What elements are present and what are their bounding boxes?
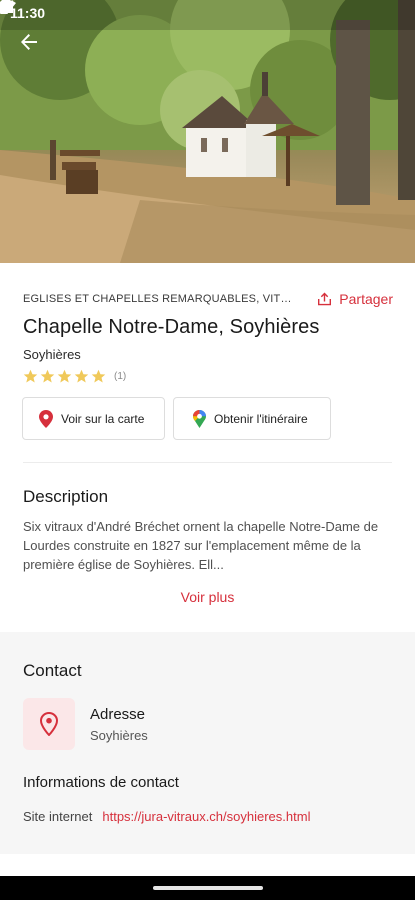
get-directions-button[interactable]: Obtenir l'itinéraire xyxy=(173,397,331,440)
contact-heading: Contact xyxy=(23,661,82,680)
rating-count: (1) xyxy=(114,371,127,382)
chapel-photo xyxy=(0,0,415,263)
address-value: Soyhières xyxy=(90,728,148,743)
address-label: Adresse xyxy=(90,706,146,723)
website-row: Site internet https://jura-vitraux.ch/so… xyxy=(23,809,310,824)
contact-info-heading: Informations de contact xyxy=(23,774,179,791)
rating: (1) xyxy=(23,369,126,384)
get-directions-label: Obtenir l'itinéraire xyxy=(214,411,308,426)
star-icon xyxy=(91,369,106,383)
status-bar: 11:30 xyxy=(0,0,415,26)
star-icon xyxy=(57,369,72,383)
share-button[interactable]: Partager xyxy=(317,291,393,307)
star-icon xyxy=(23,369,38,383)
share-label: Partager xyxy=(339,291,393,307)
divider xyxy=(23,462,392,463)
home-gesture-handle[interactable] xyxy=(153,886,263,890)
website-label: Site internet xyxy=(23,809,93,824)
hero-image: 11:30 xyxy=(0,0,415,263)
map-pin-icon xyxy=(39,409,53,428)
star-icon xyxy=(74,369,89,383)
website-link[interactable]: https://jura-vitraux.ch/soyhieres.html xyxy=(102,809,310,824)
star-icon xyxy=(40,369,55,383)
location-pin-icon xyxy=(40,712,58,736)
battery-icon xyxy=(0,0,8,14)
share-icon xyxy=(318,292,332,306)
place-locality: Soyhières xyxy=(23,347,81,362)
back-button[interactable] xyxy=(20,33,60,73)
navigation-bar xyxy=(0,876,415,900)
see-more-button[interactable]: Voir plus xyxy=(0,589,415,605)
category-label: EGLISES ET CHAPELLES REMARQUABLES, VITRA… xyxy=(23,293,295,305)
contact-section: Contact Adresse Soyhières Informations d… xyxy=(0,632,415,854)
description-heading: Description xyxy=(23,487,109,506)
description-text: Six vitraux d'André Bréchet ornent la ch… xyxy=(23,519,379,572)
place-title: Chapelle Notre-Dame, Soyhières xyxy=(23,316,320,338)
view-on-map-label: Voir sur la carte xyxy=(61,411,145,426)
arrow-back-icon xyxy=(21,34,37,50)
google-maps-icon xyxy=(193,409,206,428)
address-icon-tile xyxy=(23,698,75,750)
view-on-map-button[interactable]: Voir sur la carte xyxy=(22,397,165,440)
